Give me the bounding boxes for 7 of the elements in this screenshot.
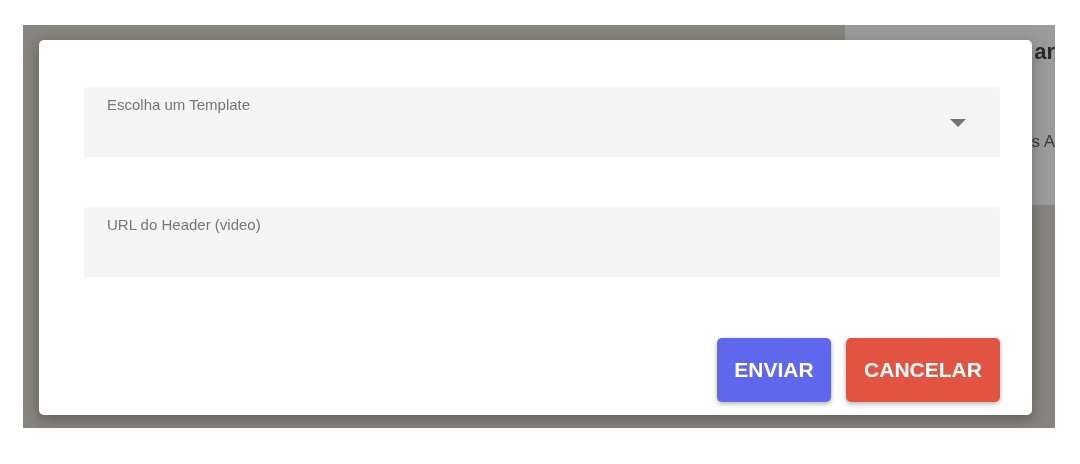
cancel-button[interactable]: CANCELAR (846, 338, 1000, 402)
background-text: ar (1034, 39, 1055, 65)
input-field[interactable]: URL do Header (video) (84, 207, 1000, 277)
caret-icon (950, 119, 966, 127)
background-text: s A (1031, 132, 1055, 152)
template-select[interactable]: Escolha um Template (84, 87, 1000, 157)
send-button[interactable]: ENVIAR (717, 338, 831, 402)
